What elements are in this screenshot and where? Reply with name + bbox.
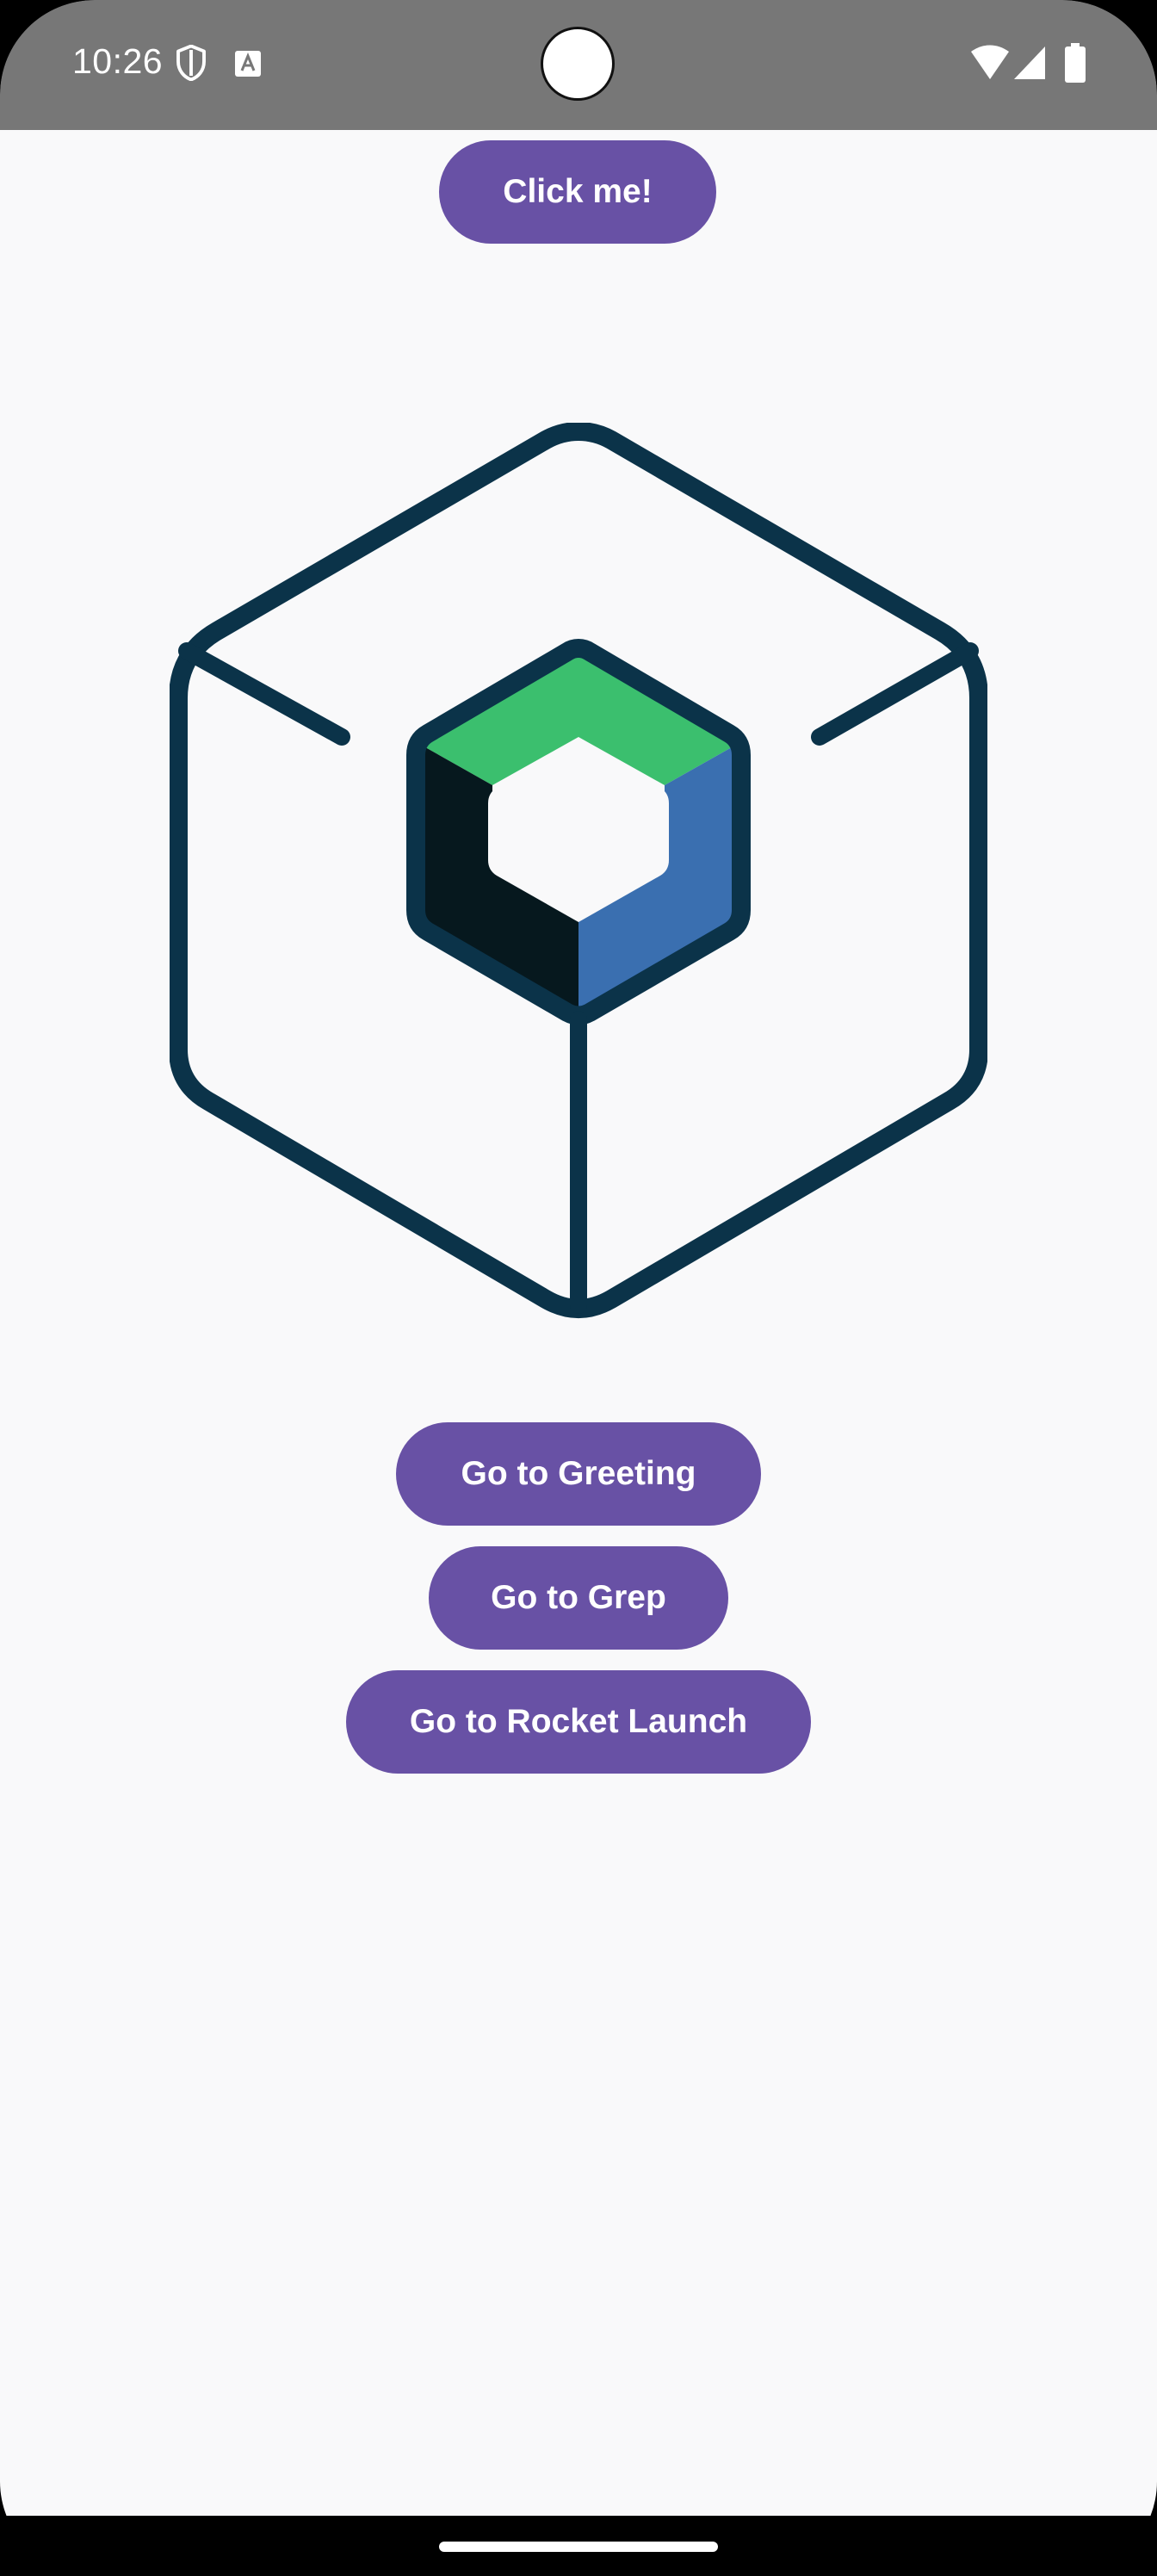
- compose-multiplatform-logo-icon: [170, 423, 987, 1318]
- cell-signal-icon: [1014, 46, 1045, 79]
- camera-cutout: [541, 27, 615, 101]
- app-content: Click me! Go to Greeting Go to Grep Go t…: [0, 130, 1157, 2516]
- go-to-greeting-button[interactable]: Go to Greeting: [396, 1422, 761, 1526]
- go-to-grep-button[interactable]: Go to Grep: [429, 1546, 728, 1650]
- click-me-button[interactable]: Click me!: [439, 140, 716, 244]
- home-gesture-handle[interactable]: [439, 2542, 718, 2552]
- battery-icon: [1065, 43, 1086, 83]
- status-bar: 10:26: [0, 0, 1157, 130]
- status-time: 10:26: [72, 41, 164, 81]
- a-notification-icon: [235, 51, 261, 77]
- shield-icon: [176, 45, 206, 81]
- wifi-icon: [971, 45, 1009, 79]
- go-to-rocket-launch-button[interactable]: Go to Rocket Launch: [346, 1670, 811, 1774]
- phone-screen: 10:26 Click me! Go to Greeting Go to Gre…: [0, 0, 1157, 2576]
